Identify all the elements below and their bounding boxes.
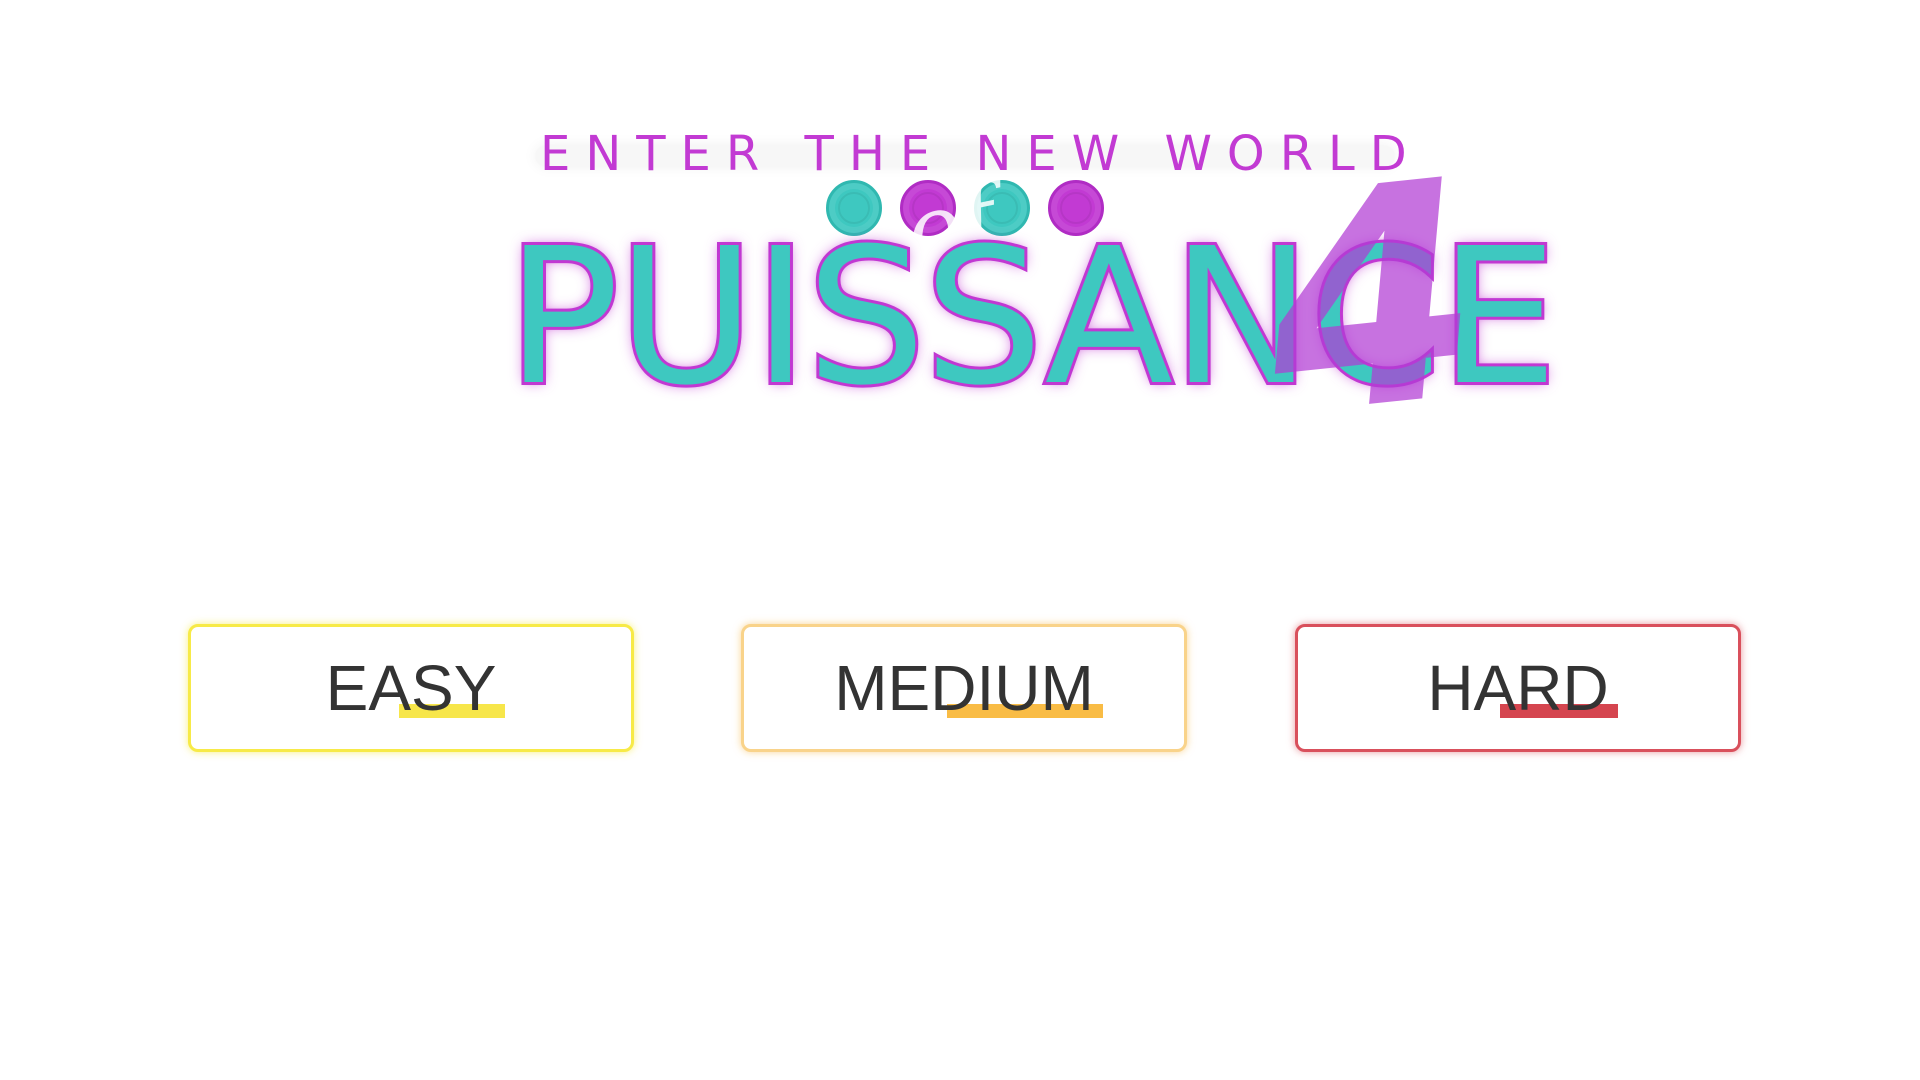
hard-difficulty-button[interactable]: HARD <box>1295 624 1741 752</box>
easy-difficulty-button[interactable]: EASY <box>188 624 634 752</box>
logo-number: 4 <box>1250 115 1495 484</box>
medium-label: MEDIUM <box>834 652 1094 724</box>
medium-difficulty-button[interactable]: MEDIUM <box>741 624 1187 752</box>
game-logo: ENTER THE NEW WORLD of PUISSANCE 4 <box>0 0 1920 484</box>
hard-label: HARD <box>1427 652 1609 724</box>
easy-label: EASY <box>325 652 497 724</box>
main-menu-screen: ENTER THE NEW WORLD of PUISSANCE 4 EASY … <box>0 0 1920 1080</box>
